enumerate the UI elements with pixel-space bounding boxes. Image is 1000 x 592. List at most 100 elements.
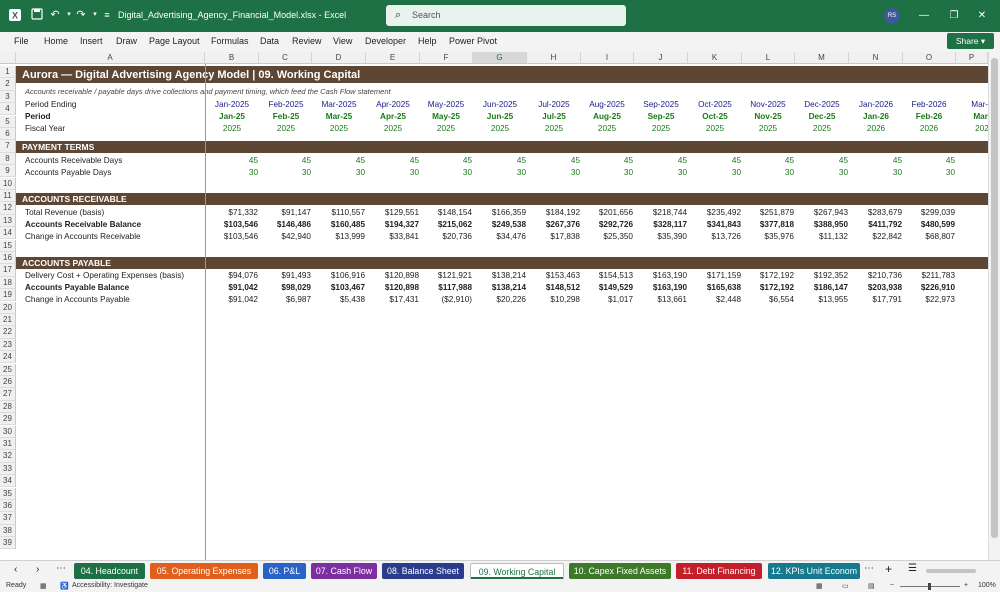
sheet-tab[interactable]: 04. Headcount xyxy=(74,563,145,579)
data-cell[interactable]: $91,042 xyxy=(204,295,258,304)
zoom-level[interactable]: 100% xyxy=(978,582,996,589)
row-header[interactable]: 20 xyxy=(0,301,16,314)
data-cell[interactable]: Jun-2025 xyxy=(474,100,526,109)
data-cell[interactable]: $388,950 xyxy=(794,220,848,229)
data-cell[interactable]: 2025 xyxy=(635,124,687,133)
data-cell[interactable]: 45 xyxy=(418,156,472,165)
column-header-g[interactable]: G xyxy=(473,52,527,64)
data-cell[interactable]: $98,029 xyxy=(257,283,311,292)
data-cell[interactable]: $21 xyxy=(952,271,988,280)
menu-developer[interactable]: Developer xyxy=(365,36,406,46)
data-cell[interactable]: 30 xyxy=(472,168,526,177)
data-cell[interactable]: Jan-25 xyxy=(206,112,258,121)
row-header[interactable]: 25 xyxy=(0,363,16,376)
data-cell[interactable]: 2025 xyxy=(796,124,848,133)
row-header[interactable]: 38 xyxy=(0,524,16,537)
data-cell[interactable]: $251,879 xyxy=(740,208,794,217)
row-header[interactable]: 10 xyxy=(0,177,16,190)
data-cell[interactable]: $328,117 xyxy=(633,220,687,229)
data-cell[interactable]: $249,538 xyxy=(472,220,526,229)
row-header[interactable]: 28 xyxy=(0,400,16,413)
menu-draw[interactable]: Draw xyxy=(116,36,137,46)
sheet-tab[interactable]: 09. Working Capital xyxy=(470,563,564,579)
data-cell[interactable]: $1,017 xyxy=(579,295,633,304)
data-cell[interactable]: 30 xyxy=(257,168,311,177)
data-cell[interactable]: 45 xyxy=(794,156,848,165)
column-header-h[interactable]: H xyxy=(527,52,581,64)
data-cell[interactable]: $117,988 xyxy=(418,283,472,292)
data-cell[interactable]: $149,529 xyxy=(579,283,633,292)
data-cell[interactable]: $148,154 xyxy=(418,208,472,217)
data-cell[interactable]: $6,987 xyxy=(257,295,311,304)
data-cell[interactable]: 30 xyxy=(848,168,902,177)
row-header[interactable]: 26 xyxy=(0,376,16,389)
data-cell[interactable]: 30 xyxy=(901,168,955,177)
data-cell[interactable]: 30 xyxy=(365,168,419,177)
menu-help[interactable]: Help xyxy=(418,36,437,46)
data-cell[interactable]: $377,818 xyxy=(740,220,794,229)
menu-page-layout[interactable]: Page Layout xyxy=(149,36,200,46)
row-header[interactable]: 16 xyxy=(0,252,16,265)
column-header-c[interactable]: C xyxy=(259,52,312,64)
data-cell[interactable]: 30 xyxy=(526,168,580,177)
minimize-icon[interactable]: — xyxy=(914,8,934,24)
data-cell[interactable]: $194,327 xyxy=(365,220,419,229)
data-cell[interactable]: 2025 xyxy=(474,124,526,133)
data-cell[interactable]: $154,513 xyxy=(579,271,633,280)
menu-formulas[interactable]: Formulas xyxy=(211,36,249,46)
data-cell[interactable]: $160,485 xyxy=(311,220,365,229)
data-cell[interactable]: $103,546 xyxy=(204,220,258,229)
row-header[interactable]: 17 xyxy=(0,264,16,277)
data-cell[interactable]: Jan-2026 xyxy=(850,100,902,109)
data-cell[interactable]: $480,599 xyxy=(901,220,955,229)
row-header[interactable]: 14 xyxy=(0,227,16,240)
data-cell[interactable]: $267,943 xyxy=(794,208,848,217)
data-cell[interactable]: 2025 xyxy=(313,124,365,133)
normal-view-icon[interactable]: ▦ xyxy=(816,582,823,590)
data-cell[interactable]: 2025 xyxy=(581,124,633,133)
row-header[interactable]: 31 xyxy=(0,438,16,451)
sheet-tab[interactable]: 11. Debt Financing xyxy=(676,563,762,579)
data-cell[interactable]: $166,359 xyxy=(472,208,526,217)
data-cell[interactable]: $138,214 xyxy=(472,271,526,280)
data-cell[interactable]: 45 xyxy=(257,156,311,165)
column-header-j[interactable]: J xyxy=(634,52,688,64)
zoom-out-icon[interactable]: − xyxy=(890,582,894,589)
data-cell[interactable]: $210,736 xyxy=(848,271,902,280)
data-cell[interactable]: Aug-25 xyxy=(581,112,633,121)
data-cell[interactable]: Mar- xyxy=(956,112,988,121)
data-cell[interactable]: 2025 xyxy=(367,124,419,133)
sheet-tab[interactable]: 07. Cash Flow xyxy=(311,563,377,579)
data-cell[interactable]: Nov-25 xyxy=(742,112,794,121)
data-cell[interactable]: 45 xyxy=(848,156,902,165)
row-header[interactable]: 18 xyxy=(0,276,16,289)
data-cell[interactable]: 2025 xyxy=(206,124,258,133)
data-cell[interactable]: $20 xyxy=(952,283,988,292)
data-cell[interactable]: $186,147 xyxy=(794,283,848,292)
close-icon[interactable]: ✕ xyxy=(972,8,992,24)
data-cell[interactable]: $11,132 xyxy=(794,232,848,241)
data-cell[interactable]: $299,039 xyxy=(901,208,955,217)
data-cell[interactable]: $94,076 xyxy=(204,271,258,280)
row-header[interactable]: 9 xyxy=(0,165,16,178)
sheet-tab[interactable]: 10. Capex Fixed Assets xyxy=(569,563,671,579)
data-cell[interactable]: $42,940 xyxy=(257,232,311,241)
data-cell[interactable]: 45 xyxy=(901,156,955,165)
data-cell[interactable]: 30 xyxy=(311,168,365,177)
data-cell[interactable]: $148,512 xyxy=(526,283,580,292)
column-header-i[interactable]: I xyxy=(581,52,634,64)
data-cell[interactable]: $292,726 xyxy=(579,220,633,229)
data-cell[interactable]: Apr-25 xyxy=(367,112,419,121)
row-header[interactable]: 24 xyxy=(0,351,16,364)
data-cell[interactable]: $201,656 xyxy=(579,208,633,217)
data-cell[interactable]: $20,736 xyxy=(418,232,472,241)
data-cell[interactable]: $211,783 xyxy=(901,271,955,280)
data-cell[interactable]: $121,921 xyxy=(418,271,472,280)
data-cell[interactable]: Sep-2025 xyxy=(635,100,687,109)
data-cell[interactable]: $110,557 xyxy=(311,208,365,217)
data-cell[interactable]: $2,448 xyxy=(687,295,741,304)
data-cell[interactable]: $267,376 xyxy=(526,220,580,229)
data-cell[interactable]: $17,431 xyxy=(365,295,419,304)
data-cell[interactable]: $203,938 xyxy=(848,283,902,292)
sheet-tab[interactable]: 06. P&L xyxy=(263,563,306,579)
